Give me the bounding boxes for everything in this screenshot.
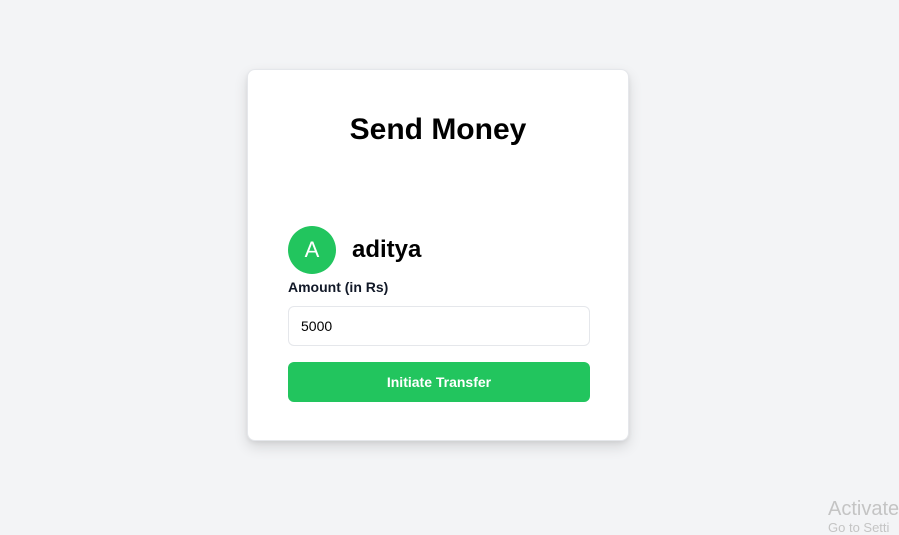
amount-label: Amount (in Rs) bbox=[288, 279, 389, 295]
activate-windows-watermark: Activate bbox=[828, 498, 899, 520]
page-title: Send Money bbox=[349, 113, 527, 146]
avatar: A bbox=[288, 226, 336, 274]
send-money-card: Send Money A aditya Amount (in Rs) Initi… bbox=[247, 69, 629, 441]
amount-input[interactable] bbox=[288, 306, 590, 346]
initiate-transfer-button[interactable]: Initiate Transfer bbox=[288, 362, 590, 402]
avatar-initial: A bbox=[304, 237, 320, 262]
recipient-info: A aditya bbox=[288, 226, 421, 274]
recipient-name: aditya bbox=[352, 236, 422, 263]
